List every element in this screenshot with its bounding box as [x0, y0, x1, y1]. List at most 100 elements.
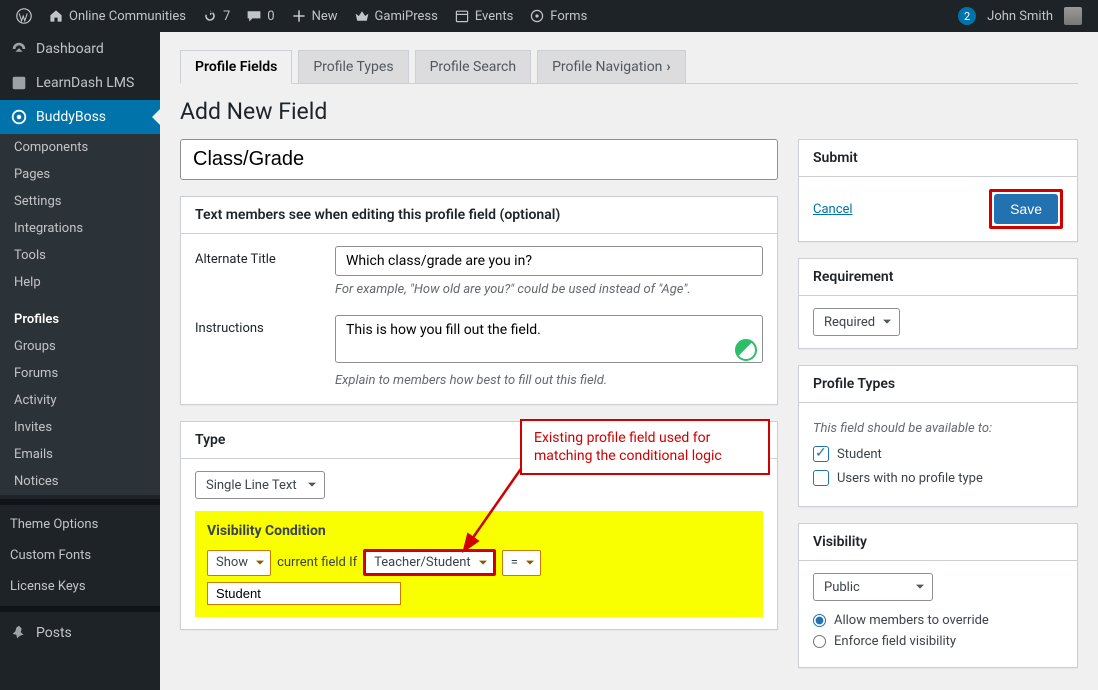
submit-postbox-title: Submit [799, 140, 1077, 177]
new-label: New [312, 9, 338, 24]
page-title: Add New Field [180, 98, 1078, 125]
sub-notices[interactable]: Notices [0, 468, 160, 495]
sub-pages[interactable]: Pages [0, 161, 160, 188]
cond-operator-value: = [511, 555, 518, 570]
visibility-enforce-row[interactable]: Enforce field visibility [813, 634, 1063, 649]
gamipress-menu[interactable]: GamiPress [346, 0, 446, 32]
alternate-title-label: Alternate Title [195, 246, 335, 297]
profile-type-student-checkbox[interactable] [813, 446, 829, 462]
menu-learndash[interactable]: LearnDash LMS [0, 66, 160, 100]
field-type-value: Single Line Text [206, 478, 297, 493]
sub-groups[interactable]: Groups [0, 333, 160, 360]
admin-sidebar: Dashboard LearnDash LMS BuddyBoss Compon… [0, 32, 160, 690]
profile-type-notype-checkbox[interactable] [813, 470, 829, 486]
profile-types-intro: This field should be available to: [813, 421, 1063, 436]
crown-icon [354, 8, 370, 24]
visibility-condition-box: Visibility Condition Show current field … [195, 511, 763, 617]
save-button[interactable]: Save [994, 194, 1058, 224]
new-content-menu[interactable]: New [283, 0, 346, 32]
menu-posts[interactable]: Posts [0, 616, 160, 650]
menu-custom-fonts[interactable]: Custom Fonts [0, 540, 160, 571]
tab-profile-types[interactable]: Profile Types [298, 50, 408, 83]
sub-emails[interactable]: Emails [0, 441, 160, 468]
text-members-postbox: Text members see when editing this profi… [180, 196, 778, 405]
profile-nav-tabs: Profile Fields Profile Types Profile Sea… [180, 50, 1078, 84]
events-menu[interactable]: Events [446, 0, 521, 32]
menu-license-keys[interactable]: License Keys [0, 571, 160, 602]
instructions-input[interactable] [335, 315, 763, 363]
menu-dashboard[interactable]: Dashboard [0, 32, 160, 66]
requirement-postbox-title: Requirement [799, 259, 1077, 296]
visibility-postbox-title: Visibility [799, 524, 1077, 561]
user-menu[interactable]: 2 John Smith [950, 0, 1090, 32]
sub-settings[interactable]: Settings [0, 188, 160, 215]
cancel-link[interactable]: Cancel [813, 202, 853, 217]
visibility-enforce-radio[interactable] [813, 635, 826, 648]
menu-posts-label: Posts [36, 625, 72, 641]
user-name-label: John Smith [987, 9, 1053, 24]
visibility-allow-radio[interactable] [813, 614, 826, 627]
comment-icon [246, 8, 262, 24]
forms-icon [529, 8, 545, 24]
profile-type-student-row[interactable]: Student [813, 446, 1063, 462]
avatar [1064, 7, 1082, 25]
menu-buddyboss[interactable]: BuddyBoss [0, 100, 160, 134]
gamipress-label: GamiPress [375, 9, 438, 24]
site-name-menu[interactable]: Online Communities [40, 0, 194, 32]
requirement-value: Required [824, 315, 875, 330]
site-name-label: Online Communities [69, 9, 186, 24]
tab-profile-navigation[interactable]: Profile Navigation › [537, 50, 686, 83]
visibility-value: Public [824, 580, 860, 595]
visibility-select[interactable]: Public [813, 573, 933, 601]
sub-help[interactable]: Help [0, 269, 160, 296]
comments-menu[interactable]: 0 [238, 0, 282, 32]
cond-value-input[interactable] [207, 582, 401, 605]
profile-type-student-label: Student [837, 447, 882, 462]
update-icon [202, 8, 218, 24]
visibility-allow-row[interactable]: Allow members to override [813, 613, 1063, 628]
buddyboss-icon [10, 108, 28, 126]
comments-count: 0 [267, 9, 274, 24]
sub-activity[interactable]: Activity [0, 387, 160, 414]
menu-theme-options[interactable]: Theme Options [0, 509, 160, 540]
cond-current-field-if: current field If [277, 555, 357, 570]
sub-forums[interactable]: Forums [0, 360, 160, 387]
sub-invites[interactable]: Invites [0, 414, 160, 441]
alternate-title-hint: For example, "How old are you?" could be… [335, 282, 763, 297]
sub-tools[interactable]: Tools [0, 242, 160, 269]
learndash-icon [10, 74, 28, 92]
wp-logo-menu[interactable] [8, 0, 40, 32]
annotation-text: Existing profile field used for matching… [534, 430, 722, 464]
annotation-callout: Existing profile field used for matching… [520, 419, 770, 475]
requirement-select[interactable]: Required [813, 308, 900, 336]
sub-integrations[interactable]: Integrations [0, 215, 160, 242]
sub-components[interactable]: Components [0, 134, 160, 161]
cond-show-select[interactable]: Show [207, 550, 271, 576]
cond-operator-select[interactable]: = [502, 550, 541, 576]
forms-label: Forms [550, 9, 587, 24]
forms-menu[interactable]: Forms [521, 0, 595, 32]
alternate-title-input[interactable] [335, 246, 763, 276]
events-label: Events [475, 9, 513, 24]
buddyboss-submenu: Components Pages Settings Integrations T… [0, 134, 160, 495]
tab-profile-fields[interactable]: Profile Fields [180, 50, 292, 84]
cond-field-select[interactable]: Teacher/Student [363, 549, 496, 576]
tab-profile-search[interactable]: Profile Search [415, 50, 532, 83]
menu-learndash-label: LearnDash LMS [36, 75, 134, 91]
field-type-select[interactable]: Single Line Text [195, 471, 325, 499]
updates-count: 7 [223, 9, 230, 24]
save-button-highlight: Save [989, 189, 1063, 229]
profile-type-notype-row[interactable]: Users with no profile type [813, 470, 1063, 486]
cond-field-value: Teacher/Student [374, 555, 471, 570]
instructions-hint: Explain to members how best to fill out … [335, 373, 763, 388]
home-icon [48, 8, 64, 24]
profile-types-postbox-title: Profile Types [799, 366, 1077, 403]
sub-profiles[interactable]: Profiles [0, 306, 160, 333]
field-name-input[interactable] [180, 139, 778, 180]
grammarly-icon [735, 339, 757, 361]
updates-menu[interactable]: 7 [194, 0, 238, 32]
chevron-right-icon: › [666, 59, 670, 75]
visibility-postbox: Visibility Public Allow members to overr… [798, 523, 1078, 668]
calendar-icon [454, 8, 470, 24]
user-notif-badge: 2 [958, 7, 976, 25]
